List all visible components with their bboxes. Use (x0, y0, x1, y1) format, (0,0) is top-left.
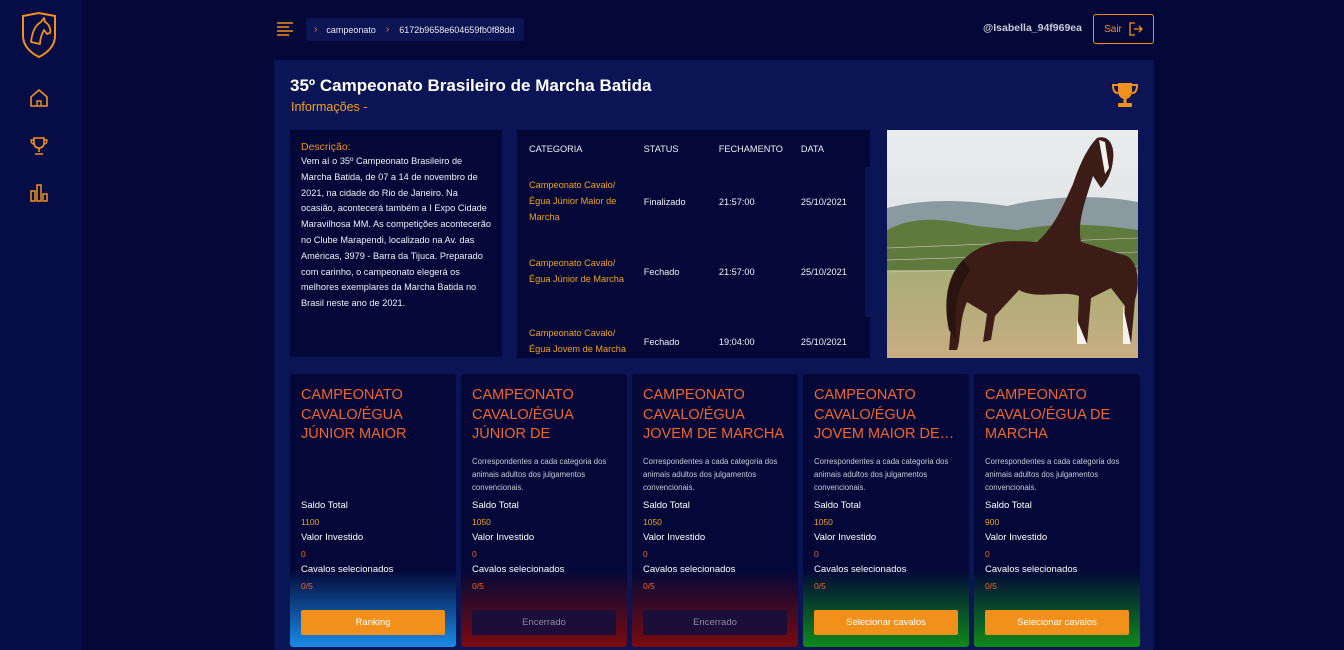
category-table: CATEGORIA STATUS FECHAMENTO DATA Campeon… (517, 130, 870, 358)
investido-value: 0 (301, 549, 306, 559)
category-card: CAMPEONATO CAVALO/ÉGUA JOVEM DE MARCHA C… (632, 374, 798, 647)
select-horses-button[interactable]: Selecionar cavalos (985, 610, 1129, 635)
saldo-label: Saldo Total (643, 500, 690, 511)
card-description: Correspondentes a cada categoria dos ani… (814, 457, 949, 492)
saldo-value: 1050 (814, 517, 833, 527)
card-description: Correspondentes a cada categoria dos ani… (472, 457, 607, 492)
investido-label: Valor Investido (301, 532, 364, 543)
cavalos-label: Cavalos selecionados (985, 564, 1078, 575)
saldo-label: Saldo Total (472, 500, 519, 511)
horse-logo-icon[interactable] (20, 12, 58, 58)
description-text: Vem aí o 35º Campeonato Brasileiro de Ma… (301, 156, 491, 309)
home-icon[interactable] (27, 86, 51, 110)
cavalos-value: 0/5 (814, 581, 826, 591)
cell-fechamento: 19:04:00 (718, 337, 755, 347)
table-row[interactable]: Campeonato Cavalo/ Égua Jovem de Marcha … (517, 307, 870, 358)
investido-label: Valor Investido (814, 532, 877, 543)
cavalos-label: Cavalos selecionados (472, 564, 565, 575)
cavalos-label: Cavalos selecionados (301, 564, 394, 575)
cavalos-value: 0/5 (985, 581, 997, 591)
logout-button[interactable]: Sair (1093, 14, 1154, 44)
cavalos-value: 0/5 (472, 581, 484, 591)
card-title: CAMPEONATO CAVALO/ÉGUA JOVEM MAIOR DE… (814, 387, 955, 442)
description-box: Descrição: Vem aí o 35º Campeonato Brasi… (290, 130, 502, 357)
cell-data: 25/10/2021 (800, 267, 847, 277)
cell-categoria: Campeonato Cavalo/ Égua Jovem de Marcha (529, 328, 627, 354)
card-stats: Saldo Total 1050 Valor Investido 0 Caval… (472, 498, 564, 594)
category-card: CAMPEONATO CAVALO/ÉGUA JÚNIOR DE MARCHA … (461, 374, 627, 647)
breadcrumb-current: 6172b9658e604659fb0f88dd (399, 24, 515, 35)
card-title: CAMPEONATO CAVALO/ÉGUA JÚNIOR DE MARCHA (472, 387, 574, 446)
investido-label: Valor Investido (472, 532, 535, 543)
breadcrumb-root[interactable]: campeonato (326, 25, 376, 35)
card-title: CAMPEONATO CAVALO/ÉGUA JÚNIOR MAIOR DE… (301, 387, 407, 446)
card-stats: Saldo Total 1050 Valor Investido 0 Caval… (643, 498, 735, 594)
cavalos-value: 0/5 (643, 581, 655, 591)
ranking-button[interactable]: Ranking (301, 610, 445, 635)
description-label: Descrição: (301, 141, 351, 153)
page-subtitle: Informações - (291, 100, 368, 114)
investido-label: Valor Investido (985, 532, 1048, 543)
cavalos-label: Cavalos selecionados (814, 564, 907, 575)
cell-fechamento: 21:57:00 (718, 267, 755, 277)
select-horses-button[interactable]: Selecionar cavalos (814, 610, 958, 635)
card-stats: Saldo Total 1100 Valor Investido 0 Caval… (301, 498, 393, 594)
card-description (301, 456, 445, 501)
chevron-right-icon: › (385, 24, 390, 35)
investido-value: 0 (643, 549, 648, 559)
investido-value: 0 (472, 549, 477, 559)
card-title: CAMPEONATO CAVALO/ÉGUA JOVEM DE MARCHA (643, 387, 784, 442)
breadcrumb: › campeonato › 6172b9658e604659fb0f88dd (306, 18, 525, 41)
saldo-label: Saldo Total (301, 500, 348, 511)
saldo-value: 900 (985, 517, 1000, 527)
saldo-value: 1050 (472, 517, 491, 527)
closed-button[interactable]: Encerrado (643, 610, 787, 635)
card-stats: Saldo Total 900 Valor Investido 0 Cavalo… (985, 498, 1077, 594)
category-card: CAMPEONATO CAVALO/ÉGUA DE MARCHA Corresp… (974, 374, 1140, 647)
horse-photo (887, 130, 1138, 358)
cell-status: Finalizado (643, 197, 686, 207)
cavalos-value: 0/5 (301, 581, 313, 591)
header-data: DATA (800, 143, 824, 154)
category-card: CAMPEONATO CAVALO/ÉGUA JOVEM MAIOR DE… C… (803, 374, 969, 647)
card-description: Correspondentes a cada categoria dos ani… (643, 457, 778, 492)
category-card: CAMPEONATO CAVALO/ÉGUA JÚNIOR MAIOR DE… … (290, 374, 456, 647)
table-header: CATEGORIA STATUS FECHAMENTO DATA (517, 130, 870, 167)
sidebar (0, 0, 82, 650)
header-status: STATUS (643, 143, 679, 154)
menu-icon[interactable] (276, 20, 294, 38)
trophy-nav-icon[interactable] (27, 134, 51, 158)
card-title: CAMPEONATO CAVALO/ÉGUA DE MARCHA (985, 387, 1111, 442)
closed-button[interactable]: Encerrado (472, 610, 616, 635)
cavalos-label: Cavalos selecionados (643, 564, 736, 575)
cell-data: 25/10/2021 (800, 337, 847, 347)
chevron-right-icon: › (314, 24, 318, 35)
saldo-label: Saldo Total (985, 500, 1032, 511)
cell-status: Fechado (643, 267, 680, 277)
username: @Isabella_94f969ea (983, 22, 1082, 34)
cell-categoria: Campeonato Cavalo/ Égua Júnior de Marcha (529, 258, 624, 284)
logout-label: Sair (1104, 23, 1122, 35)
header-categoria: CATEGORIA (529, 143, 583, 154)
investido-value: 0 (985, 549, 990, 559)
saldo-value: 1050 (643, 517, 662, 527)
saldo-value: 1100 (301, 517, 320, 527)
header-fechamento: FECHAMENTO (718, 143, 783, 154)
table-row[interactable]: Campeonato Cavalo/ Égua Júnior Maior de … (517, 167, 870, 237)
table-row[interactable]: Campeonato Cavalo/ Égua Júnior de Marcha… (517, 237, 870, 307)
trophy-icon (1112, 83, 1138, 107)
cell-categoria: Campeonato Cavalo/ Égua Júnior Maior de … (529, 180, 617, 222)
card-stats: Saldo Total 1050 Valor Investido 0 Caval… (814, 498, 906, 594)
table-scrollbar[interactable] (865, 167, 870, 317)
investido-label: Valor Investido (643, 532, 706, 543)
investido-value: 0 (814, 549, 819, 559)
card-description: Correspondentes a cada categoria dos ani… (985, 457, 1120, 492)
page-title: 35º Campeonato Brasileiro de Marcha Bati… (290, 76, 652, 95)
saldo-label: Saldo Total (814, 500, 861, 511)
chart-nav-icon[interactable] (27, 181, 51, 205)
cell-status: Fechado (643, 337, 680, 347)
cell-data: 25/10/2021 (800, 197, 847, 207)
logout-icon (1129, 22, 1143, 36)
cell-fechamento: 21:57:00 (718, 197, 755, 207)
